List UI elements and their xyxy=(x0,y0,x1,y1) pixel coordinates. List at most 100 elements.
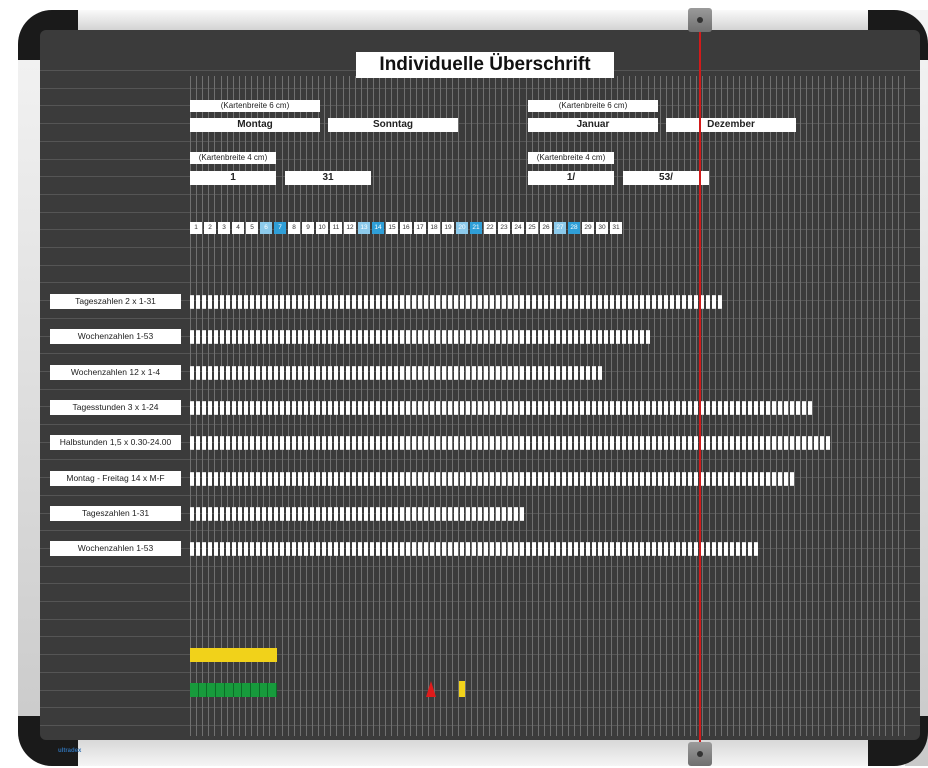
small-card[interactable] xyxy=(502,542,506,556)
small-card[interactable] xyxy=(358,542,362,556)
small-card[interactable] xyxy=(586,401,590,415)
small-card[interactable] xyxy=(484,401,488,415)
small-card[interactable] xyxy=(436,401,440,415)
small-card[interactable] xyxy=(550,401,554,415)
small-card[interactable] xyxy=(298,330,302,344)
small-card[interactable] xyxy=(478,401,482,415)
small-card[interactable] xyxy=(244,507,248,521)
small-card[interactable] xyxy=(622,436,626,450)
small-card[interactable] xyxy=(502,366,506,380)
small-card[interactable] xyxy=(208,436,212,450)
card-strip-montag-freitag[interactable] xyxy=(190,472,796,486)
small-card[interactable] xyxy=(520,507,524,521)
small-card[interactable] xyxy=(190,366,194,380)
small-card[interactable] xyxy=(610,472,614,486)
small-card[interactable] xyxy=(460,542,464,556)
small-card[interactable] xyxy=(364,401,368,415)
small-card[interactable] xyxy=(604,295,608,309)
small-card[interactable] xyxy=(484,295,488,309)
small-card[interactable] xyxy=(310,330,314,344)
small-card[interactable] xyxy=(418,472,422,486)
small-card[interactable] xyxy=(412,436,416,450)
small-card[interactable] xyxy=(550,366,554,380)
small-card[interactable] xyxy=(424,542,428,556)
small-card[interactable] xyxy=(196,542,200,556)
small-card[interactable] xyxy=(250,295,254,309)
small-card[interactable] xyxy=(760,401,764,415)
small-card[interactable] xyxy=(226,295,230,309)
small-card[interactable] xyxy=(256,330,260,344)
small-card[interactable] xyxy=(298,295,302,309)
day-card[interactable]: 23 xyxy=(498,222,510,234)
small-card[interactable] xyxy=(562,295,566,309)
small-card[interactable] xyxy=(580,401,584,415)
small-card[interactable] xyxy=(598,542,602,556)
card-montag[interactable]: Montag xyxy=(190,118,320,132)
small-card[interactable] xyxy=(424,436,428,450)
small-card[interactable] xyxy=(298,542,302,556)
small-card[interactable] xyxy=(496,472,500,486)
card-strip-halbstunden[interactable] xyxy=(190,436,832,450)
small-card[interactable] xyxy=(574,366,578,380)
small-card[interactable] xyxy=(340,401,344,415)
small-card[interactable] xyxy=(472,330,476,344)
small-card[interactable] xyxy=(538,295,542,309)
small-card[interactable] xyxy=(346,507,350,521)
small-card[interactable] xyxy=(238,401,242,415)
small-card[interactable] xyxy=(652,436,656,450)
small-card[interactable] xyxy=(352,542,356,556)
day-card[interactable]: 15 xyxy=(386,222,398,234)
small-card[interactable] xyxy=(226,401,230,415)
small-card[interactable] xyxy=(502,330,506,344)
small-card[interactable] xyxy=(628,401,632,415)
small-card[interactable] xyxy=(604,436,608,450)
small-card[interactable] xyxy=(346,366,350,380)
small-card[interactable] xyxy=(628,472,632,486)
small-card[interactable] xyxy=(244,436,248,450)
small-card[interactable] xyxy=(250,330,254,344)
small-card[interactable] xyxy=(688,436,692,450)
small-card[interactable] xyxy=(382,330,386,344)
day-card[interactable]: 4 xyxy=(232,222,244,234)
card-sonntag[interactable]: Sonntag xyxy=(328,118,458,132)
small-card[interactable] xyxy=(634,401,638,415)
small-card[interactable] xyxy=(454,366,458,380)
small-card[interactable] xyxy=(682,401,686,415)
small-card[interactable] xyxy=(592,366,596,380)
small-card[interactable] xyxy=(592,542,596,556)
small-card[interactable] xyxy=(634,436,638,450)
small-card[interactable] xyxy=(382,507,386,521)
small-card[interactable] xyxy=(724,472,728,486)
small-card[interactable] xyxy=(568,366,572,380)
small-card[interactable] xyxy=(460,401,464,415)
small-card[interactable] xyxy=(544,366,548,380)
small-card[interactable] xyxy=(382,401,386,415)
small-card[interactable] xyxy=(286,542,290,556)
small-card[interactable] xyxy=(250,401,254,415)
small-card[interactable] xyxy=(742,401,746,415)
small-card[interactable] xyxy=(442,401,446,415)
card-dezember[interactable]: Dezember xyxy=(666,118,796,132)
small-card[interactable] xyxy=(808,401,812,415)
small-card[interactable] xyxy=(412,366,416,380)
day-card[interactable]: 24 xyxy=(512,222,524,234)
small-card[interactable] xyxy=(616,330,620,344)
small-card[interactable] xyxy=(304,472,308,486)
small-card[interactable] xyxy=(196,472,200,486)
small-card[interactable] xyxy=(388,401,392,415)
small-card[interactable] xyxy=(268,542,272,556)
small-card[interactable] xyxy=(562,472,566,486)
day-card[interactable]: 21 xyxy=(470,222,482,234)
small-card[interactable] xyxy=(574,401,578,415)
small-card[interactable] xyxy=(556,330,560,344)
small-card[interactable] xyxy=(598,295,602,309)
small-card[interactable] xyxy=(574,436,578,450)
small-card[interactable] xyxy=(340,507,344,521)
small-card[interactable] xyxy=(214,472,218,486)
small-card[interactable] xyxy=(280,507,284,521)
small-card[interactable] xyxy=(478,330,482,344)
small-card[interactable] xyxy=(262,542,266,556)
small-card[interactable] xyxy=(232,366,236,380)
small-card[interactable] xyxy=(574,542,578,556)
small-card[interactable] xyxy=(754,436,758,450)
